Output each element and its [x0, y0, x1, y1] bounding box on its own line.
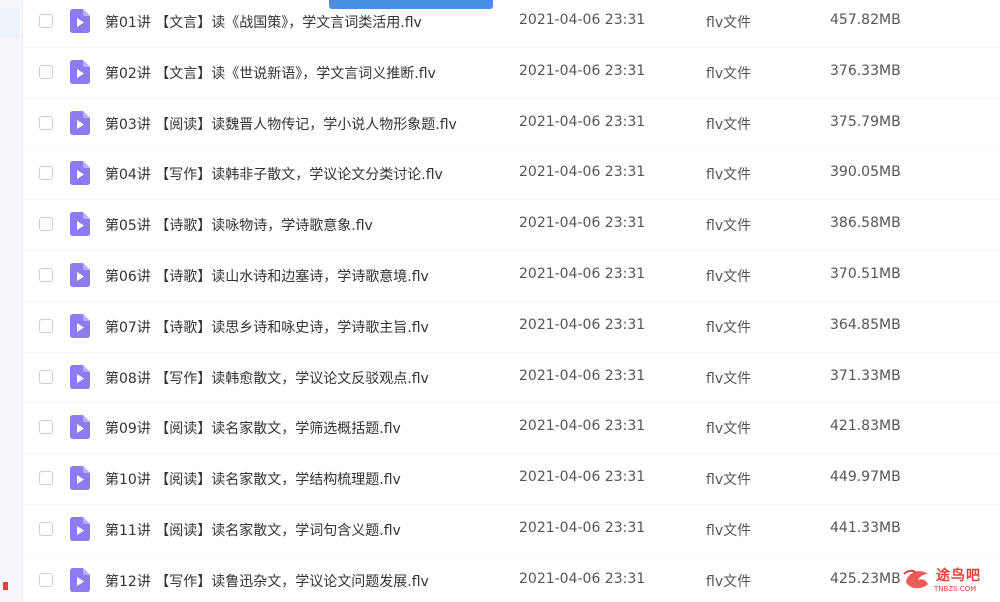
row-checkbox[interactable] [39, 115, 53, 130]
file-row[interactable]: 第06讲 【诗歌】读山水诗和边塞诗，学诗歌意境.flv 2021-04-06 23… [22, 251, 1000, 302]
modified-date: 2021-04-06 23:31 [519, 265, 646, 282]
row-checkbox[interactable] [39, 420, 53, 435]
file-name: 第01讲 【文言】读《战国策》，学文言词类活用.flv [105, 15, 422, 31]
file-type: flv文件 [706, 573, 752, 590]
file-size: 425.23MB [830, 570, 901, 587]
file-size: 375.79MB [830, 113, 901, 130]
file-row[interactable]: 第12讲 【写作】读鲁迅杂文，学议论文问题发展.flv 2021-04-06 23… [22, 556, 1000, 602]
modified-date: 2021-04-06 23:31 [519, 215, 646, 232]
modified-date: 2021-04-06 23:31 [519, 316, 646, 333]
file-type: flv文件 [706, 522, 752, 539]
file-type: flv文件 [706, 319, 752, 336]
row-checkbox[interactable] [39, 14, 53, 28]
file-size: 370.51MB [830, 265, 901, 282]
row-checkbox[interactable] [39, 166, 53, 181]
row-checkbox[interactable] [39, 217, 53, 232]
file-row[interactable]: 第04讲 【写作】读韩非子散文，学议论文分类讨论.flv 2021-04-06 2… [22, 149, 1000, 201]
file-name: 第02讲 【文言】读《世说新语》，学文言词义推断.flv [105, 65, 436, 82]
file-size: 364.85MB [830, 316, 901, 333]
file-name: 第06讲 【诗歌】读山水诗和边塞诗，学诗歌意境.flv [105, 268, 429, 285]
modified-date: 2021-04-06 23:31 [519, 519, 646, 536]
file-row[interactable]: 第02讲 【文言】读《世说新语》，学文言词义推断.flv 2021-04-06 2… [22, 48, 1000, 99]
file-name: 第12讲 【写作】读鲁迅杂文，学议论文问题发展.flv [105, 573, 429, 590]
video-file-icon [70, 567, 90, 592]
file-type: flv文件 [706, 268, 752, 285]
file-type: flv文件 [706, 65, 752, 82]
file-name: 第10讲 【阅读】读名家散文，学结构梳理题.flv [105, 472, 401, 489]
file-row[interactable]: 第07讲 【诗歌】读思乡诗和咏史诗，学诗歌主旨.flv 2021-04-06 23… [22, 302, 1000, 353]
video-file-icon [70, 59, 90, 84]
modified-date: 2021-04-06 23:31 [519, 418, 646, 435]
file-row[interactable]: 第11讲 【阅读】读名家散文，学词句含义题.flv 2021-04-06 23:3… [22, 505, 1000, 556]
bird-logo-icon [903, 569, 928, 589]
watermark-url: TNBZS.COM [934, 585, 977, 593]
file-type: flv文件 [706, 167, 752, 184]
file-size: 371.33MB [830, 367, 901, 384]
file-type: flv文件 [706, 472, 752, 489]
video-file-icon [70, 161, 90, 186]
modified-date: 2021-04-06 23:31 [519, 113, 646, 130]
sidebar-marker [3, 582, 8, 590]
site-watermark: 途鸟吧 TNBZS.COM [898, 560, 998, 600]
row-checkbox[interactable] [39, 64, 53, 79]
sidebar-active-highlight [0, 8, 20, 38]
watermark-name: 途鸟吧 [936, 568, 981, 584]
file-size: 441.33MB [830, 519, 901, 536]
file-type: flv文件 [706, 15, 752, 31]
file-type: flv文件 [706, 421, 752, 438]
file-name: 第11讲 【阅读】读名家散文，学词句含义题.flv [105, 522, 401, 539]
row-checkbox[interactable] [39, 572, 53, 587]
video-file-icon [70, 415, 90, 440]
modified-date: 2021-04-06 23:31 [519, 570, 646, 587]
video-file-icon [70, 466, 90, 491]
file-row[interactable]: 第03讲 【阅读】读魏晋人物传记，学小说人物形象题.flv 2021-04-06 … [22, 99, 1000, 150]
row-checkbox[interactable] [39, 267, 53, 282]
file-size: 449.97MB [830, 469, 901, 486]
file-type: flv文件 [706, 370, 752, 387]
file-row[interactable]: 第08讲 【写作】读韩愈散文，学议论文反驳观点.flv 2021-04-06 23… [22, 353, 1000, 404]
row-checkbox[interactable] [39, 318, 53, 333]
file-name: 第03讲 【阅读】读魏晋人物传记，学小说人物形象题.flv [105, 116, 457, 133]
file-size: 421.83MB [830, 418, 901, 435]
video-file-icon [70, 262, 90, 287]
video-file-icon [70, 110, 90, 135]
row-checkbox[interactable] [39, 369, 53, 384]
file-row[interactable]: 第10讲 【阅读】读名家散文，学结构梳理题.flv 2021-04-06 23:3… [22, 454, 1000, 505]
row-checkbox[interactable] [39, 521, 53, 536]
modified-date: 2021-04-06 23:31 [519, 469, 646, 486]
video-file-icon [70, 9, 90, 33]
file-name: 第07讲 【诗歌】读思乡诗和咏史诗，学诗歌主旨.flv [105, 319, 429, 336]
video-file-icon [70, 313, 90, 338]
file-name: 第08讲 【写作】读韩愈散文，学议论文反驳观点.flv [105, 370, 429, 387]
file-row[interactable]: 第09讲 【阅读】读名家散文，学筛选概括题.flv 2021-04-06 23:3… [22, 403, 1000, 455]
modified-date: 2021-04-06 23:31 [519, 367, 646, 384]
file-row[interactable]: 第05讲 【诗歌】读咏物诗，学诗歌意象.flv 2021-04-06 23:31 f… [22, 200, 1000, 251]
file-list: 第01讲 【文言】读《战国策》，学文言词类活用.flv 2021-04-06 23… [22, 0, 1000, 602]
row-checkbox[interactable] [39, 471, 53, 486]
video-file-icon [70, 212, 90, 237]
file-name: 第04讲 【写作】读韩非子散文，学议论文分类讨论.flv [105, 167, 443, 184]
sidebar-edge [0, 0, 23, 602]
file-size: 457.82MB [830, 12, 901, 28]
file-type: flv文件 [706, 218, 752, 235]
file-browser: 第01讲 【文言】读《战国策》，学文言词类活用.flv 2021-04-06 23… [0, 0, 1000, 602]
modified-date: 2021-04-06 23:31 [519, 164, 646, 181]
file-size: 390.05MB [830, 164, 901, 181]
file-name: 第09讲 【阅读】读名家散文，学筛选概括题.flv [105, 421, 401, 438]
file-name: 第05讲 【诗歌】读咏物诗，学诗歌意象.flv [105, 218, 373, 235]
video-file-icon [70, 516, 90, 541]
modified-date: 2021-04-06 23:31 [519, 62, 646, 79]
file-size: 376.33MB [830, 62, 901, 79]
file-row[interactable]: 第01讲 【文言】读《战国策》，学文言词类活用.flv 2021-04-06 23… [22, 0, 1000, 48]
file-type: flv文件 [706, 116, 752, 133]
video-file-icon [70, 364, 90, 389]
file-size: 386.58MB [830, 215, 901, 232]
modified-date: 2021-04-06 23:31 [519, 12, 646, 28]
